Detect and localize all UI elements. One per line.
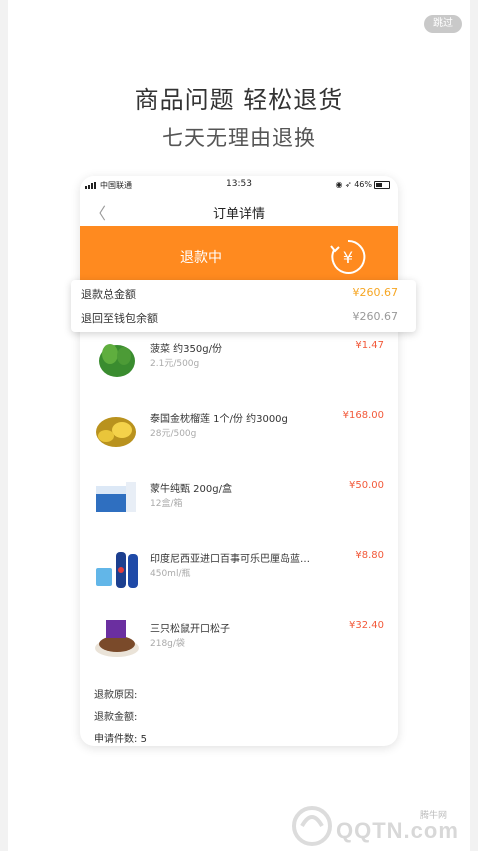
refund-total-value: ¥260.67: [352, 286, 399, 299]
status-bar: 中国联通 13:53 ◉ ➶ 46%: [80, 176, 398, 196]
refund-status-text: 退款中: [180, 250, 222, 266]
list-item[interactable]: 印度尼西亚进口百事可乐巴厘岛蓝… ¥8.80 450ml/瓶: [80, 544, 398, 608]
item-price: ¥32.40: [349, 620, 384, 631]
item-price: ¥8.80: [355, 550, 384, 561]
watermark-text: QQTN.com: [336, 818, 459, 843]
item-name: 泰国金枕榴莲 1个/份 约3000g: [150, 414, 288, 425]
item-unit-price: 450ml/瓶: [150, 569, 191, 579]
battery-percent: 46%: [354, 180, 372, 189]
subheadline: 七天无理由退换: [162, 126, 316, 150]
item-unit-price: 12盒/箱: [150, 499, 183, 509]
list-item[interactable]: 蒙牛纯甄 200g/盒 ¥50.00 12盒/箱: [80, 474, 398, 538]
phone-screenshot: 中国联通 13:53 ◉ ➶ 46% 〈 订单详情 退款中 ¥ 菠菜 约350g…: [80, 176, 398, 746]
refund-total-label: 退款总金额: [81, 288, 136, 301]
list-item[interactable]: 三只松鼠开口松子 ¥32.40 218g/袋: [80, 614, 398, 678]
watermark-small-text: 腾牛网: [420, 811, 448, 821]
headline: 商品问题 轻松退货: [134, 86, 344, 114]
item-name: 三只松鼠开口松子: [150, 624, 230, 635]
durian-image: [96, 417, 136, 447]
pine-nuts-image: [95, 620, 139, 657]
apply-count-row: 申请件数: 5: [94, 730, 147, 746]
wallet-refund-row: 退回至钱包余额 ¥260.67: [81, 310, 406, 334]
location-icon: ◉ ➶: [335, 180, 355, 189]
item-price: ¥1.47: [355, 340, 384, 351]
svg-text:¥: ¥: [343, 248, 353, 267]
item-price: ¥168.00: [342, 410, 384, 421]
refund-amount-row: 退款金额:: [94, 708, 147, 730]
wallet-refund-label: 退回至钱包余额: [81, 312, 158, 325]
refund-total-row: 退款总金额 ¥260.67: [81, 286, 406, 310]
skip-button[interactable]: 跳过: [424, 15, 462, 33]
refund-status-banner: 退款中 ¥: [80, 226, 398, 286]
spinach-image: [99, 344, 135, 377]
item-unit-price: 218g/袋: [150, 639, 185, 649]
apply-count-value: 5: [140, 734, 147, 745]
apply-count-label: 申请件数:: [94, 734, 138, 745]
item-price: ¥50.00: [349, 480, 384, 491]
pepsi-bottle-image: [96, 552, 138, 588]
nav-title: 订单详情: [212, 207, 265, 222]
status-right: ◉ ➶ 46%: [335, 180, 390, 189]
list-item[interactable]: 菠菜 约350g/份 ¥1.47 2.1元/500g: [80, 334, 398, 398]
item-unit-price: 2.1元/500g: [150, 359, 200, 369]
list-item[interactable]: 泰国金枕榴莲 1个/份 约3000g ¥168.00 28元/500g: [80, 404, 398, 468]
refund-reason-label: 退款原因:: [94, 690, 138, 701]
refund-amount-label: 退款金额:: [94, 712, 138, 723]
item-name: 印度尼西亚进口百事可乐巴厘岛蓝…: [150, 554, 310, 565]
yogurt-box-image: [96, 482, 136, 512]
item-name: 菠菜 约350g/份: [150, 344, 222, 355]
wallet-refund-value: ¥260.67: [352, 310, 399, 323]
battery-icon: [374, 180, 390, 189]
item-unit-price: 28元/500g: [150, 429, 197, 439]
refund-reason-row: 退款原因:: [94, 686, 147, 708]
item-name: 蒙牛纯甄 200g/盒: [150, 484, 232, 495]
refund-summary-card: 退款总金额 ¥260.67 退回至钱包余额 ¥260.67: [71, 280, 416, 332]
refund-info: 退款原因: 退款金额: 申请件数: 5: [94, 686, 147, 746]
nav-bar: 〈 订单详情: [80, 198, 398, 226]
yen-refund-icon: ¥: [330, 239, 366, 274]
